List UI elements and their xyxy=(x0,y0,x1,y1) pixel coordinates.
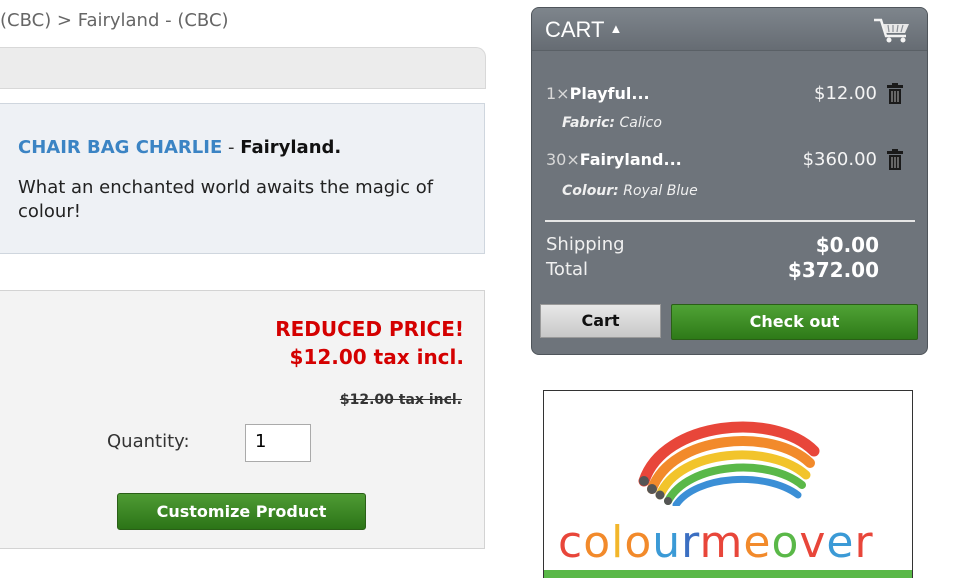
cart-item-attribute: Colour: Royal Blue xyxy=(562,183,698,199)
cart-item-attribute: Fabric: Calico xyxy=(562,115,662,131)
rainbow-logo-icon xyxy=(638,421,820,506)
cart-item-qty: 1× xyxy=(546,84,570,103)
breadcrumb[interactable]: (CBC) > Fairyland - (CBC) xyxy=(0,10,229,31)
buy-box: REDUCED PRICE! $12.00 tax incl. $12.00 t… xyxy=(0,290,485,549)
shipping-label: Shipping xyxy=(546,234,625,255)
wordmark-letter: o xyxy=(771,517,800,568)
cart-header[interactable]: CART ▲ xyxy=(532,8,927,51)
cart-item-line[interactable]: 30×Fairyland... xyxy=(546,150,682,169)
banner-bottom-bar xyxy=(544,570,912,578)
cart-divider xyxy=(545,220,915,222)
current-price: $12.00 tax incl. xyxy=(289,345,464,369)
cart-title-text: CART xyxy=(545,17,605,42)
old-price: $12.00 tax incl. xyxy=(339,392,462,408)
cart-block: CART ▲ 1×Playful... $12.00 Fabric: Calico… xyxy=(531,7,928,355)
trash-icon[interactable] xyxy=(886,149,904,171)
wordmark-letter: o xyxy=(624,517,653,568)
attribute-name: Fabric: xyxy=(562,115,616,131)
wordmark-letter: e xyxy=(826,517,855,568)
wordmark-letter: u xyxy=(652,517,682,568)
trash-icon[interactable] xyxy=(886,83,904,105)
advertisement-banner[interactable]: colourmeover xyxy=(543,390,913,578)
attribute-name: Colour: xyxy=(562,183,619,199)
wordmark-letter: e xyxy=(743,517,772,568)
cart-item-name[interactable]: Playful... xyxy=(570,84,650,103)
wordmark-letter: o xyxy=(583,517,612,568)
shipping-value: $0.00 xyxy=(815,233,879,257)
wordmark-letter: m xyxy=(699,517,744,568)
wordmark-letter: l xyxy=(611,517,625,568)
attribute-value: Royal Blue xyxy=(623,183,698,199)
checkout-button[interactable]: Check out xyxy=(671,304,918,340)
brand-wordmark: colourmeover xyxy=(558,517,874,568)
customize-product-button[interactable]: Customize Product xyxy=(117,493,366,530)
product-heading: CHAIR BAG CHARLIE - Fairyland. xyxy=(18,137,341,158)
shopping-cart-icon xyxy=(874,18,909,43)
wordmark-letter: c xyxy=(558,517,584,568)
cart-item-name[interactable]: Fairyland... xyxy=(580,150,682,169)
heading-separator: - xyxy=(222,137,241,158)
cart-item-qty: 30× xyxy=(546,150,580,169)
quantity-label: Quantity: xyxy=(107,431,190,452)
reduced-price-label: REDUCED PRICE! xyxy=(275,317,464,341)
wordmark-letter: v xyxy=(799,517,827,568)
product-description: What an enchanted world awaits the magic… xyxy=(18,177,434,222)
wordmark-letter: r xyxy=(681,517,700,568)
attribute-value: Calico xyxy=(619,115,662,131)
quantity-input[interactable]: 1 xyxy=(245,424,311,462)
wordmark-letter: r xyxy=(854,517,874,568)
total-label: Total xyxy=(546,259,589,280)
cart-item-price: $360.00 xyxy=(802,149,877,170)
category-name: Fairyland. xyxy=(240,137,342,158)
product-description-box: CHAIR BAG CHARLIE - Fairyland. What an e… xyxy=(0,103,485,254)
collapse-caret-icon[interactable]: ▲ xyxy=(610,21,623,36)
product-tab-bar xyxy=(0,47,486,89)
cart-button[interactable]: Cart xyxy=(540,304,661,338)
cart-item-line[interactable]: 1×Playful... xyxy=(546,84,650,103)
cart-item-price: $12.00 xyxy=(814,83,877,104)
cart-title[interactable]: CART ▲ xyxy=(545,17,622,43)
total-value: $372.00 xyxy=(787,258,879,282)
product-name-link[interactable]: CHAIR BAG CHARLIE xyxy=(18,137,222,158)
